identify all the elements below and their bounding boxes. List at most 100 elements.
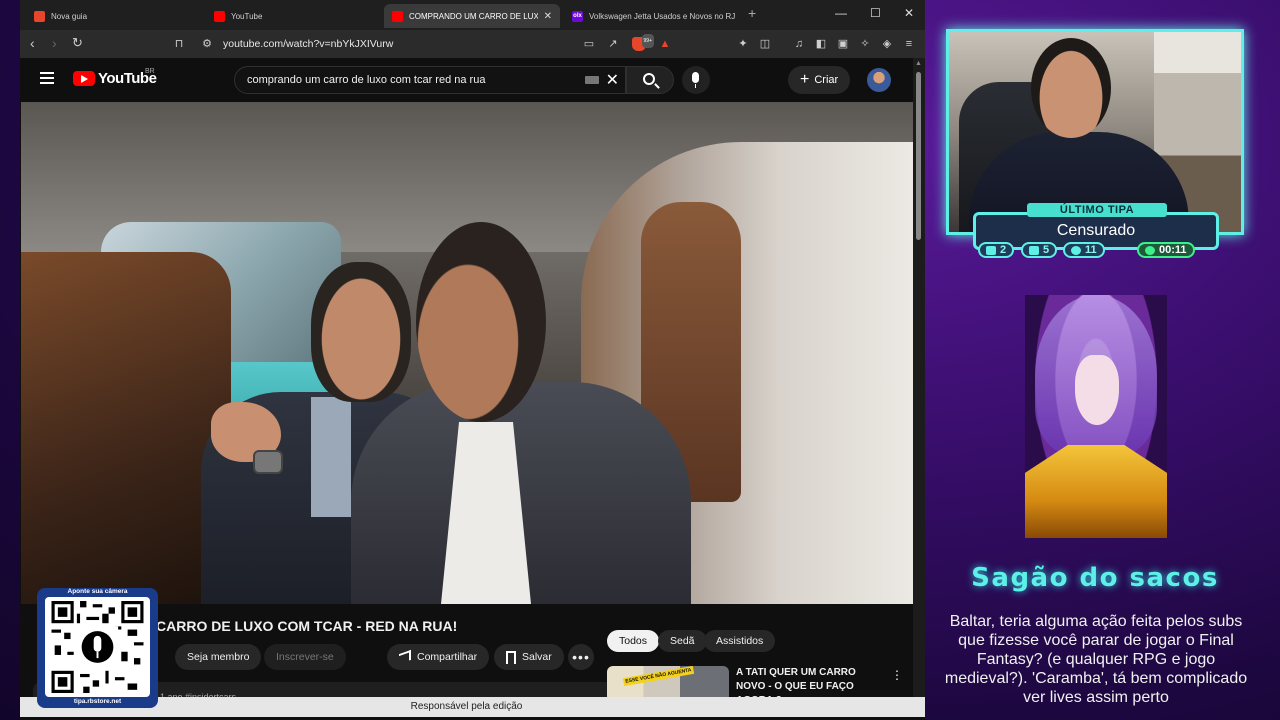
shield-badge: 99+ bbox=[641, 34, 654, 48]
url-field[interactable]: youtube.com/watch?v=nbYkJXIVurw bbox=[223, 38, 393, 50]
qr-caption-bottom: tipa.rbstore.net bbox=[73, 698, 122, 705]
join-label: Seja membro bbox=[187, 651, 250, 663]
video-player[interactable] bbox=[21, 102, 913, 604]
video-car-door bbox=[21, 252, 231, 604]
stat-coin: 11 bbox=[1063, 242, 1105, 258]
clock-icon bbox=[1145, 245, 1155, 255]
filter-assistidos[interactable]: Assistidos bbox=[704, 630, 776, 652]
filter-label: Sedã bbox=[670, 635, 695, 647]
youtube-header: YouTube BR comprando um carro de luxo co… bbox=[20, 58, 913, 102]
sidebar-icon[interactable]: ◧ bbox=[814, 37, 828, 51]
site-info-icon[interactable]: ⚙ bbox=[200, 37, 214, 51]
video-title: CARRO DE LUXO COM TCAR - RED NA RUA! bbox=[156, 618, 458, 634]
subscribe-button[interactable]: Inscrever-se bbox=[264, 644, 346, 670]
hamburger-menu-icon[interactable] bbox=[40, 72, 54, 84]
filter-label: Todos bbox=[619, 635, 648, 647]
stat-value: 11 bbox=[1085, 244, 1097, 256]
back-icon[interactable]: ‹ bbox=[30, 35, 35, 51]
filter-label: Assistidos bbox=[716, 635, 764, 647]
wallet-icon[interactable]: ▣ bbox=[836, 37, 850, 51]
new-tab-icon[interactable]: + bbox=[748, 5, 756, 21]
share-icon bbox=[399, 649, 411, 665]
create-button[interactable]: + Criar bbox=[788, 66, 851, 94]
mic-icon bbox=[692, 72, 699, 88]
more-icon: ••• bbox=[572, 649, 590, 665]
youtube-logo[interactable]: YouTube bbox=[73, 70, 157, 87]
last-tip-label: ÚLTIMO TIPA bbox=[1027, 203, 1167, 217]
search-value: comprando um carro de luxo com tcar red … bbox=[247, 74, 486, 86]
save-button[interactable]: Salvar bbox=[494, 644, 564, 670]
cast-icon[interactable]: ▭ bbox=[582, 37, 596, 51]
tab-bar: Nova guia YouTube COMPRANDO UM CARRO DE … bbox=[20, 0, 925, 30]
voice-search-button[interactable] bbox=[682, 66, 710, 94]
search-button[interactable] bbox=[626, 66, 674, 94]
plus-icon: + bbox=[800, 71, 810, 88]
music-icon[interactable]: ♫ bbox=[792, 37, 806, 51]
scrollbar-thumb[interactable] bbox=[916, 72, 921, 240]
clear-search-icon[interactable]: ✕ bbox=[606, 70, 619, 90]
scroll-up-icon[interactable]: ▲ bbox=[915, 60, 922, 67]
search-input[interactable]: comprando um carro de luxo com tcar red … bbox=[234, 66, 626, 94]
close-tab-icon[interactable]: ✕ bbox=[544, 11, 552, 22]
leo-ai-icon[interactable]: ✧ bbox=[858, 37, 872, 51]
join-button[interactable]: Seja membro bbox=[175, 644, 262, 670]
qr-code-graphic bbox=[51, 601, 144, 693]
search-icon bbox=[643, 73, 655, 85]
brave-shield-icon[interactable]: 99+ bbox=[632, 34, 654, 51]
stat-timer: 00:11 bbox=[1137, 242, 1195, 258]
tab-youtube[interactable]: YouTube bbox=[206, 4, 382, 28]
save-icon bbox=[506, 650, 516, 664]
reload-icon[interactable]: ↻ bbox=[72, 35, 83, 51]
vpn-icon[interactable]: ◈ bbox=[880, 37, 894, 51]
share-label: Compartilhar bbox=[417, 651, 478, 663]
video-person-shirt bbox=[311, 397, 351, 517]
screenshot-icon[interactable]: ◫ bbox=[758, 37, 772, 51]
olx-icon: olx bbox=[572, 10, 583, 22]
forward-icon[interactable]: › bbox=[52, 35, 57, 51]
youtube-icon bbox=[214, 10, 225, 22]
stat-video: 5 bbox=[1021, 242, 1058, 258]
create-label: Criar bbox=[814, 74, 839, 86]
menu-icon[interactable]: ≡ bbox=[902, 37, 916, 51]
chat-icon bbox=[986, 245, 996, 255]
brave-rewards-icon[interactable]: ▲ bbox=[658, 37, 672, 51]
tab-olx[interactable]: olx Volkswagen Jetta Usados e Novos no R… bbox=[564, 4, 744, 28]
close-window-icon[interactable]: ✕ bbox=[904, 6, 914, 20]
tip-message: Baltar, teria alguma ação feita pelos su… bbox=[944, 613, 1248, 706]
youtube-play-icon bbox=[73, 71, 95, 86]
subscribe-label: Inscrever-se bbox=[276, 651, 334, 663]
bookmark-icon[interactable]: ⊓ bbox=[172, 37, 186, 51]
related-menu-icon[interactable]: ⋮ bbox=[891, 668, 903, 682]
avatar[interactable] bbox=[867, 68, 891, 92]
qr-code bbox=[45, 597, 150, 697]
tab-video-active[interactable]: COMPRANDO UM CARRO DE LUXO CO ✕ bbox=[384, 4, 560, 28]
extensions-icon[interactable]: ✦ bbox=[736, 37, 750, 51]
stat-value: 2 bbox=[1000, 244, 1007, 256]
anime-face bbox=[1075, 355, 1119, 425]
filter-seda[interactable]: Sedã bbox=[658, 630, 707, 652]
keyboard-icon[interactable] bbox=[585, 76, 599, 84]
stat-chat: 2 bbox=[978, 242, 1015, 258]
last-tip-name: Censurado bbox=[1056, 222, 1136, 239]
share-page-icon[interactable]: ↗ bbox=[606, 37, 620, 51]
share-button[interactable]: Compartilhar bbox=[387, 644, 490, 670]
maximize-icon[interactable]: ☐ bbox=[870, 6, 881, 20]
address-bar: ‹ › ↻ ⊓ ⚙ youtube.com/watch?v=nbYkJXIVur… bbox=[20, 30, 925, 58]
tab-nova-guia[interactable]: Nova guia bbox=[26, 4, 196, 28]
video-icon bbox=[1029, 245, 1039, 255]
tab-label: Nova guia bbox=[51, 11, 88, 21]
brave-icon bbox=[34, 10, 45, 22]
thumbnail-tag: ESSE VOCÊ NÃO AGUENTA bbox=[622, 666, 695, 687]
anime-armor bbox=[1025, 445, 1167, 538]
qr-widget: Aponte sua câmera tipa.rbstore.net bbox=[37, 588, 158, 708]
coin-icon bbox=[1071, 245, 1081, 255]
more-actions-button[interactable]: ••• bbox=[568, 644, 594, 670]
scrollbar[interactable]: ▲ bbox=[913, 58, 925, 697]
stream-screen: Nova guia YouTube COMPRANDO UM CARRO DE … bbox=[0, 0, 1280, 720]
region-label: BR bbox=[145, 68, 155, 75]
filter-todos[interactable]: Todos bbox=[607, 630, 660, 652]
save-label: Salvar bbox=[522, 651, 552, 663]
minimize-icon[interactable]: — bbox=[835, 6, 847, 20]
tab-label: Volkswagen Jetta Usados e Novos no RJ bbox=[589, 11, 736, 21]
tip-donor-name: Sagão do sacos bbox=[971, 563, 1219, 593]
